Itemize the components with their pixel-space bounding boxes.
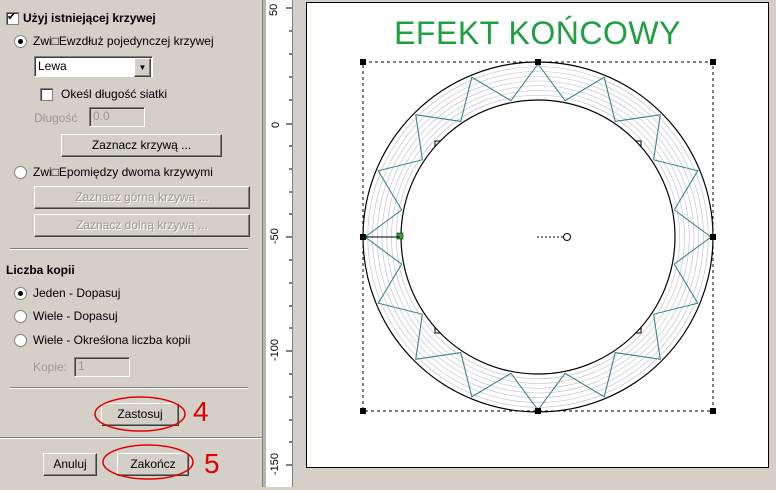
selection-handle [535,408,541,414]
selection-handle [710,59,716,65]
center-marker [563,233,571,241]
step-5-label: 5 [204,448,220,479]
ring-design[interactable] [307,3,768,467]
annotation-marks [94,396,194,480]
apply-highlight-ellipse [94,396,186,432]
selection-handle [360,59,366,65]
selection-handle [535,59,541,65]
selection-handle [360,408,366,414]
step-4-label: 4 [193,396,209,427]
ruler-label-0: 0 [270,121,282,128]
ruler-label-minus-100: -100 [269,338,281,361]
design-canvas[interactable]: EFEKT KOŃCOWY [306,2,769,468]
vertical-ruler: 50 0 -50 -100 -150 [266,0,293,487]
finish-highlight-ellipse [102,444,194,480]
ruler-label-50: 50 [268,3,280,16]
selection-handle [710,234,716,240]
ruler-label-minus-150: -150 [269,452,281,475]
selection-handle [710,408,716,414]
curve-start-handle [396,232,404,240]
ruler-label-minus-50: -50 [269,228,281,244]
